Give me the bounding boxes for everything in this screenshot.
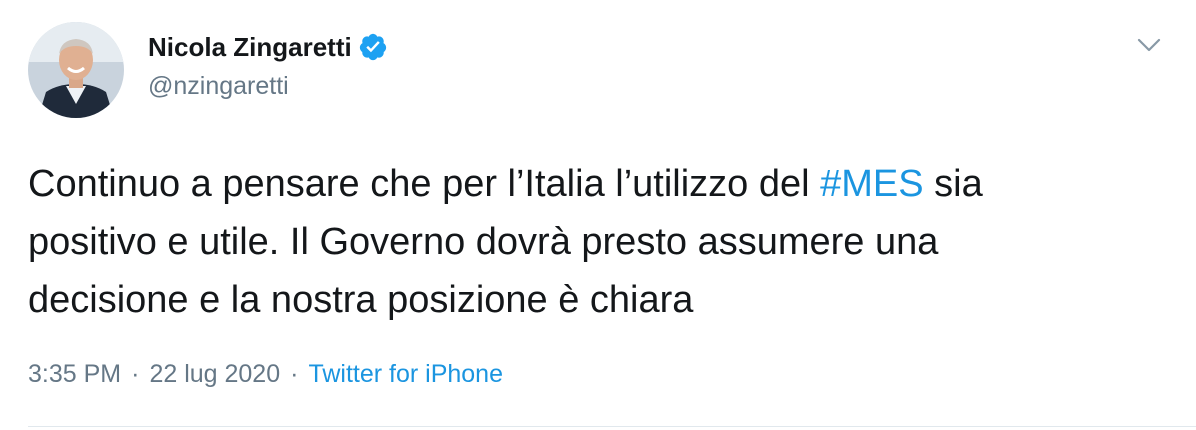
meta-separator: · [131,360,140,388]
tweet-text-line-1: Continuo a pensare che per l’Italia l’ut… [28,155,1158,213]
tweet-text-line-3: decisione e la nostra posizione è chiara [28,279,694,321]
tweet-meta: 3:35 PM · 22 lug 2020 · Twitter for iPho… [28,360,503,389]
author-display-name[interactable]: Nicola Zingaretti [148,32,352,63]
tweet-time[interactable]: 3:35 PM [28,360,121,389]
tweet-date[interactable]: 22 lug 2020 [149,360,280,389]
hashtag-link[interactable]: #MES [820,163,923,205]
tweet-text-segment: Continuo a pensare che per l’Italia l’ut… [28,163,821,205]
avatar[interactable] [28,22,124,118]
tweet-card: Nicola Zingaretti @nzingaretti Continuo … [0,0,1196,430]
tweet-source-link[interactable]: Twitter for iPhone [308,360,503,389]
chevron-down-icon[interactable] [1135,34,1163,56]
verified-badge-icon [358,32,388,62]
tweet-text-segment: sia [923,163,983,205]
tweet-text-line-2: positivo e utile. Il Governo dovrà prest… [28,221,939,263]
tweet-text: Continuo a pensare che per l’Italia l’ut… [28,155,1158,329]
meta-separator: · [290,360,299,388]
divider [28,426,1196,427]
author-handle[interactable]: @nzingaretti [148,72,289,101]
author-name-row: Nicola Zingaretti [148,30,388,64]
avatar-image [28,22,124,118]
